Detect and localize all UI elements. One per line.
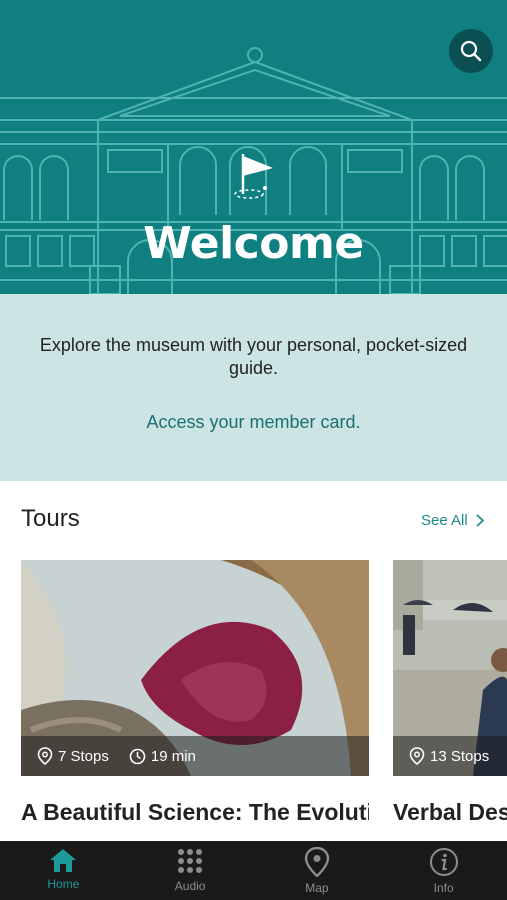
tab-label: Info	[433, 881, 454, 895]
stops-count: 13 Stops	[409, 747, 489, 765]
home-icon	[50, 849, 77, 872]
tour-card[interactable]: 7 Stops 19 min	[21, 560, 369, 776]
tour-meta: 13 Stops	[393, 736, 507, 776]
intro-text: Explore the museum with your personal, p…	[39, 335, 468, 378]
tab-info[interactable]: Info	[380, 841, 507, 900]
clock-icon	[129, 748, 146, 764]
tour-title[interactable]: Verbal Descriptions: Essentials	[393, 797, 507, 827]
see-all-label: See All	[421, 512, 468, 529]
search-icon	[460, 40, 482, 62]
tab-label: Home	[47, 877, 80, 891]
member-card-link[interactable]: Access your member card.	[0, 412, 507, 433]
tab-label: Audio	[174, 879, 206, 893]
location-pin-icon	[37, 747, 53, 765]
duration: 19 min	[129, 748, 196, 765]
intro-panel: Explore the museum with your personal, p…	[0, 294, 507, 481]
map-pin-icon	[304, 847, 330, 877]
chevron-right-icon	[476, 514, 484, 527]
stops-label: 13 Stops	[430, 747, 490, 765]
stops-count: 7 Stops	[37, 747, 109, 765]
tour-meta: 7 Stops 19 min	[21, 736, 369, 776]
tab-bar: Home Audio Map Info	[0, 841, 507, 900]
keypad-icon	[178, 849, 203, 873]
search-button[interactable]	[449, 29, 493, 73]
hero-banner: Welcome	[0, 0, 507, 294]
stops-label: 7 Stops	[58, 747, 109, 765]
tour-card[interactable]: 13 Stops	[393, 560, 507, 776]
flag-logo-icon	[229, 150, 279, 211]
tours-heading: Tours	[21, 505, 80, 532]
tour-title[interactable]: A Beautiful Science: The Evolution of Ch…	[21, 797, 369, 827]
see-all-link[interactable]: See All	[421, 512, 484, 529]
tab-map[interactable]: Map	[254, 841, 381, 900]
tab-audio[interactable]: Audio	[127, 841, 254, 900]
tab-label: Map	[305, 881, 329, 895]
location-pin-icon	[409, 747, 425, 765]
duration-label: 19 min	[150, 747, 196, 765]
welcome-title: Welcome	[143, 218, 364, 269]
info-icon	[429, 848, 458, 876]
tab-home[interactable]: Home	[0, 841, 127, 900]
